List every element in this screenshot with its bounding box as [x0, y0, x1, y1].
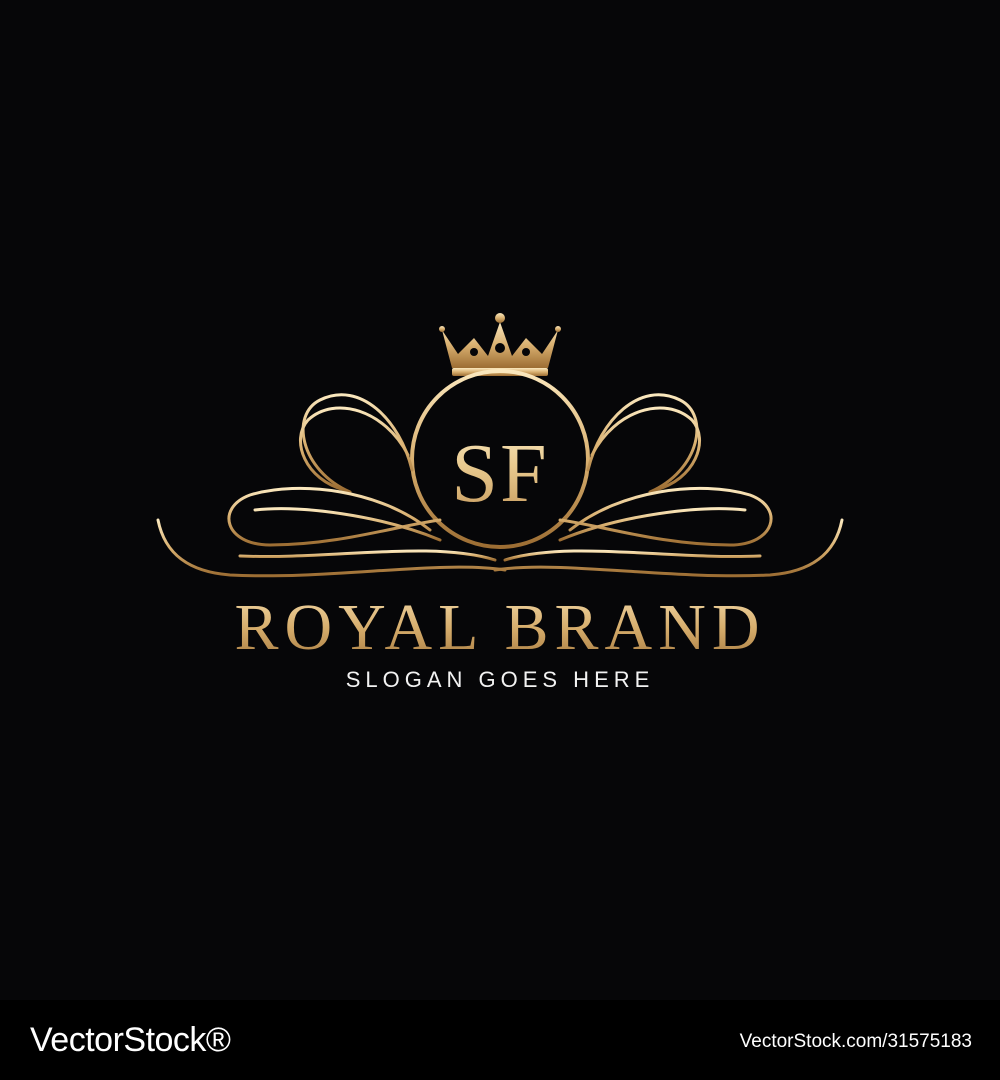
vectorstock-wordmark[interactable]: VectorStock® [30, 1018, 231, 1062]
crown-icon [439, 313, 561, 376]
image-id: VectorStock.com/31575183 [739, 1031, 972, 1052]
monogram-text: SF [420, 408, 580, 538]
logo-canvas: SF ROYAL BRAND SLOGAN GOES HERE [0, 0, 1000, 1000]
watermark-bar: VectorStock® VectorStock.com/31575183 [0, 1000, 1000, 1080]
brand-name: ROYAL BRAND [0, 588, 1000, 668]
slogan: SLOGAN GOES HERE [345, 667, 655, 692]
